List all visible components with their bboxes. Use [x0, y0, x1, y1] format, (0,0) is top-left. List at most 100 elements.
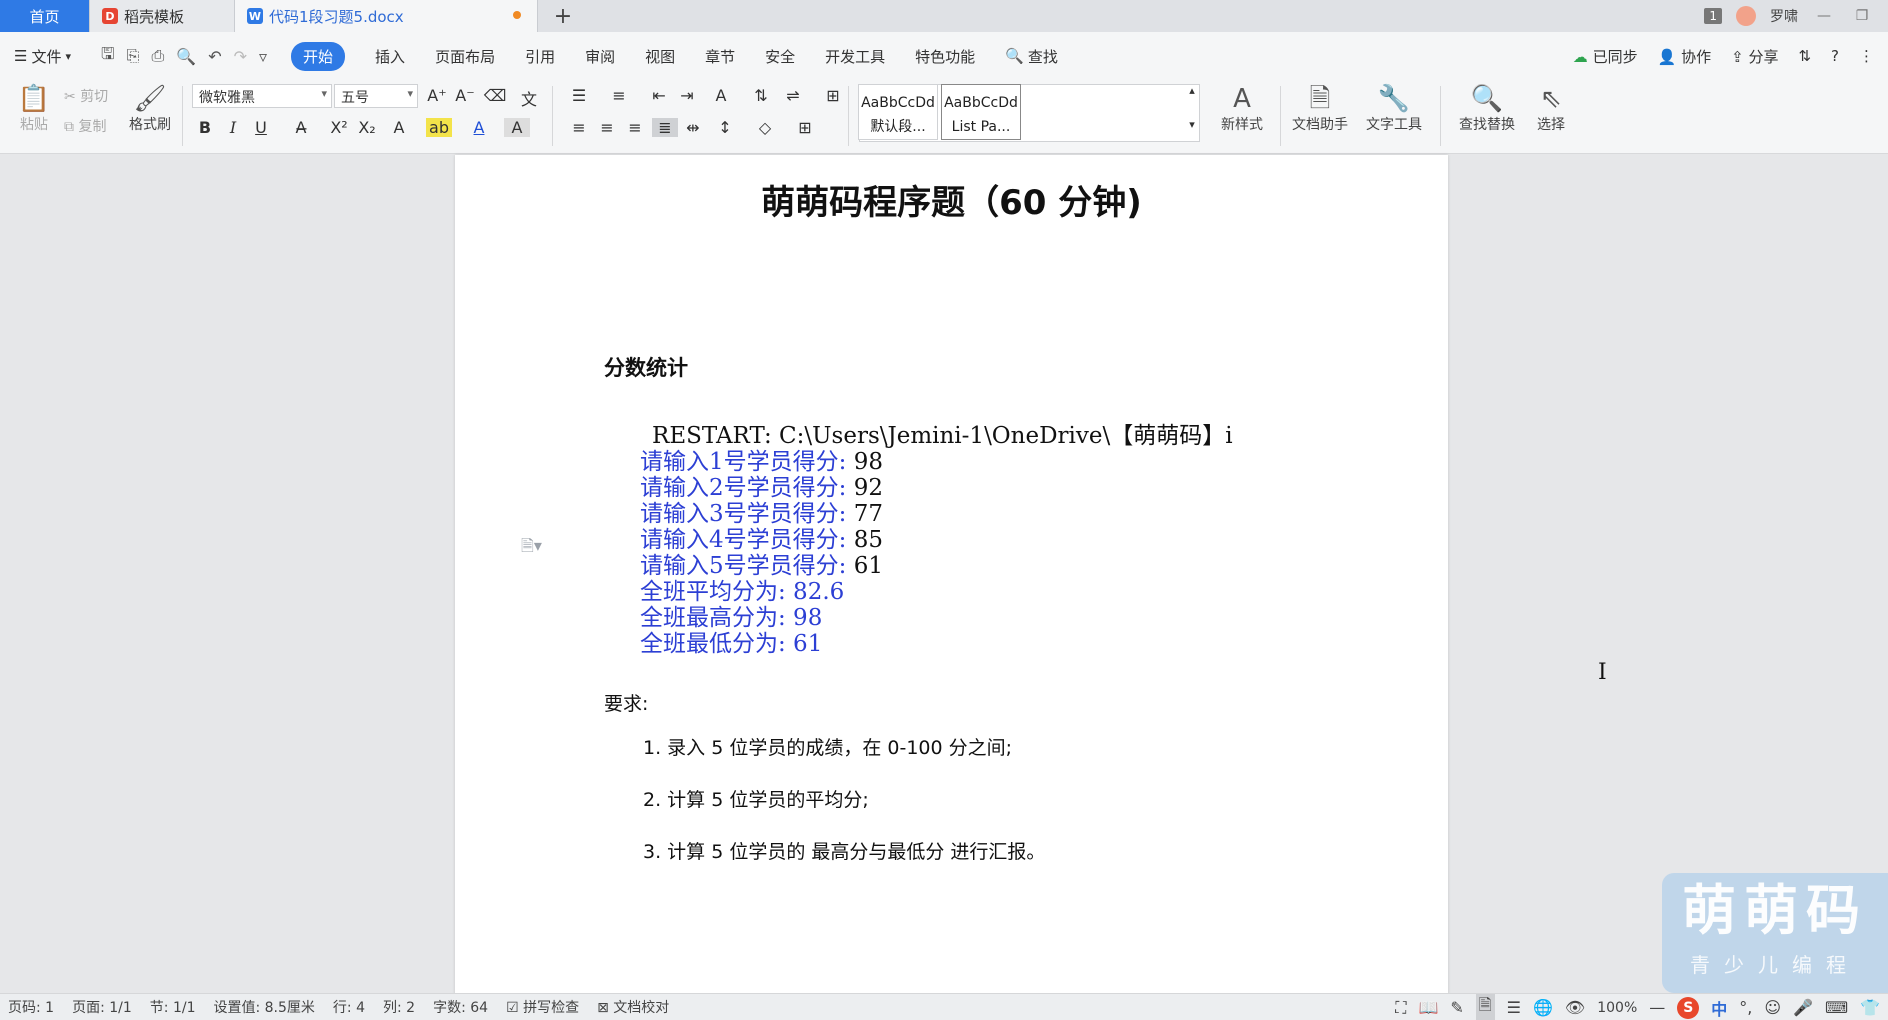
grow-font-icon[interactable]: A⁺ [424, 86, 450, 105]
customize-toolbar-icon[interactable]: ▿ [259, 47, 267, 66]
emoji-icon[interactable]: ☺ [1764, 998, 1781, 1017]
style-list-paragraph[interactable]: AaBbCcDd List Pa... [941, 84, 1021, 140]
web-view-icon[interactable]: 🌐 [1533, 998, 1553, 1017]
decrease-indent-icon[interactable]: ⇤ [646, 86, 672, 105]
style-expand-icon[interactable]: ▾ [1184, 118, 1200, 131]
file-menu[interactable]: ☰ 文件 ▾ [14, 46, 71, 67]
read-mode-icon[interactable]: 📖 [1418, 998, 1438, 1017]
paste-button[interactable]: 📋 粘贴 [12, 84, 56, 134]
status-section[interactable]: 节: 1/1 [150, 997, 196, 1017]
export-pdf-icon[interactable]: ⎘ [127, 46, 140, 66]
spell-check-button[interactable]: ☑ 拼写检查 [506, 997, 579, 1017]
highlight-icon[interactable]: ab [426, 118, 452, 137]
microphone-icon[interactable]: 🎤 [1793, 998, 1813, 1017]
tab-layout[interactable]: 页面布局 [435, 46, 495, 67]
font-color-icon[interactable]: A [466, 118, 492, 137]
doc-assistant-button[interactable]: 🗎 文档助手 [1288, 84, 1352, 134]
select-button[interactable]: ⇖ 选择 [1528, 84, 1574, 134]
align-center-icon[interactable]: ≡ [594, 118, 620, 137]
new-style-button[interactable]: A 新样式 [1212, 84, 1272, 134]
show-marks-icon[interactable]: ⇌ [780, 86, 806, 105]
style-scroll-up-icon[interactable]: ▴ [1184, 84, 1200, 97]
tab-home[interactable]: 首页 [0, 0, 90, 32]
page-view-icon[interactable]: 🗎 [1475, 994, 1495, 1020]
underline-icon[interactable]: U [248, 118, 274, 137]
zoom-level[interactable]: 100% [1597, 1000, 1637, 1016]
keyboard-icon[interactable]: ⌨ [1825, 998, 1848, 1017]
redo-icon[interactable]: ↷ [234, 47, 247, 66]
doc-proof-button[interactable]: ⊠ 文档校对 [597, 997, 669, 1017]
italic-icon[interactable]: I [220, 118, 246, 137]
bold-icon[interactable]: B [192, 118, 218, 137]
status-page[interactable]: 页面: 1/1 [72, 997, 132, 1017]
format-painter-button[interactable]: 🖌 格式刷 [126, 84, 174, 134]
paragraph-layout-icon[interactable]: 🗎▾ [521, 535, 542, 562]
sogou-ime-icon[interactable]: S [1677, 996, 1700, 1019]
tab-start[interactable]: 开始 [291, 41, 346, 71]
tab-template[interactable]: D 稻壳模板 [90, 0, 235, 32]
align-right-icon[interactable]: ≡ [622, 118, 648, 137]
align-left-icon[interactable]: ≡ [566, 118, 592, 137]
save-icon[interactable]: 🖫 [101, 43, 115, 70]
tab-section[interactable]: 章节 [705, 46, 735, 67]
shrink-font-icon[interactable]: A⁻ [452, 86, 478, 105]
user-name[interactable]: 罗啸 [1770, 6, 1798, 26]
text-effect-icon[interactable]: A [386, 118, 412, 137]
font-name-select[interactable]: 微软雅黑 [192, 84, 332, 108]
collab-button[interactable]: 👤 协作 [1658, 46, 1711, 67]
superscript-icon[interactable]: X² [326, 118, 352, 137]
window-count-badge[interactable]: 1 [1704, 8, 1722, 24]
chinese-layout-icon[interactable]: A [708, 86, 734, 105]
new-tab-button[interactable]: + [538, 0, 588, 32]
restore-button[interactable]: ❐ [1850, 8, 1874, 24]
tab-view[interactable]: 视图 [645, 46, 675, 67]
phonetic-guide-icon[interactable]: 文 [516, 86, 542, 110]
status-word-count[interactable]: 字数: 64 [433, 997, 488, 1017]
ime-language[interactable]: 中 [1711, 996, 1727, 1020]
borders-icon[interactable]: ⊞ [792, 118, 818, 137]
copy-button[interactable]: ⧉ 复制 [64, 116, 122, 136]
print-preview-icon[interactable]: 🔍 [176, 47, 196, 66]
sync-button[interactable]: ☁ 已同步 [1573, 46, 1638, 67]
clear-format-icon[interactable]: ⌫ [482, 86, 508, 105]
sort-icon[interactable]: ⇅ [748, 86, 774, 105]
tab-document[interactable]: W 代码1段习题5.docx [235, 0, 538, 32]
cut-button[interactable]: ✂ 剪切 [64, 86, 122, 106]
undo-icon[interactable]: ↶ [208, 47, 221, 66]
skin-icon[interactable]: 👕 [1860, 998, 1880, 1017]
char-shading-icon[interactable]: A [504, 118, 530, 137]
bullet-list-icon[interactable]: ☰ [566, 86, 592, 105]
table-borders-icon[interactable]: ⊞ [820, 86, 846, 105]
tab-security[interactable]: 安全 [765, 46, 795, 67]
style-default[interactable]: AaBbCcDd 默认段... [858, 84, 938, 140]
zoom-out-icon[interactable]: — [1649, 998, 1665, 1017]
minimize-button[interactable]: — [1812, 8, 1836, 24]
numbered-list-icon[interactable]: ≡ [606, 86, 632, 105]
font-size-select[interactable]: 五号 [334, 84, 418, 108]
status-setting[interactable]: 设置值: 8.5厘米 [213, 997, 314, 1017]
increase-indent-icon[interactable]: ⇥ [674, 86, 700, 105]
tab-reference[interactable]: 引用 [525, 46, 555, 67]
tab-dev-tools[interactable]: 开发工具 [825, 46, 885, 67]
search-button[interactable]: 🔍 查找 [1005, 46, 1058, 67]
edit-mode-icon[interactable]: ✎ [1450, 998, 1463, 1017]
share-button[interactable]: ⇪ 分享 [1731, 46, 1778, 67]
fullscreen-icon[interactable]: ⛶ [1395, 998, 1406, 1018]
status-row[interactable]: 行: 4 [333, 997, 365, 1017]
more-icon[interactable]: ⋮ [1859, 47, 1874, 65]
outline-view-icon[interactable]: ☰ [1507, 998, 1521, 1017]
status-page-code[interactable]: 页码: 1 [8, 997, 54, 1017]
status-col[interactable]: 列: 2 [383, 997, 415, 1017]
tab-insert[interactable]: 插入 [375, 46, 405, 67]
document-page[interactable]: 萌萌码程序题（60 分钟) 分数统计 🗎▾ RESTART: C:\Users\… [455, 155, 1448, 995]
ribbon-toggle-icon[interactable]: ⇅ [1798, 47, 1811, 65]
find-replace-button[interactable]: 🔍 查找替换 [1450, 84, 1524, 134]
shading-icon[interactable]: ◇ [752, 118, 778, 137]
avatar[interactable] [1736, 6, 1756, 26]
text-tools-button[interactable]: 🔧 文字工具 [1358, 84, 1430, 134]
tab-review[interactable]: 审阅 [585, 46, 615, 67]
print-icon[interactable]: ⎙ [151, 46, 164, 66]
strikethrough-icon[interactable]: A̶ [288, 118, 314, 137]
help-icon[interactable]: ? [1831, 47, 1839, 65]
tab-special[interactable]: 特色功能 [915, 46, 975, 67]
